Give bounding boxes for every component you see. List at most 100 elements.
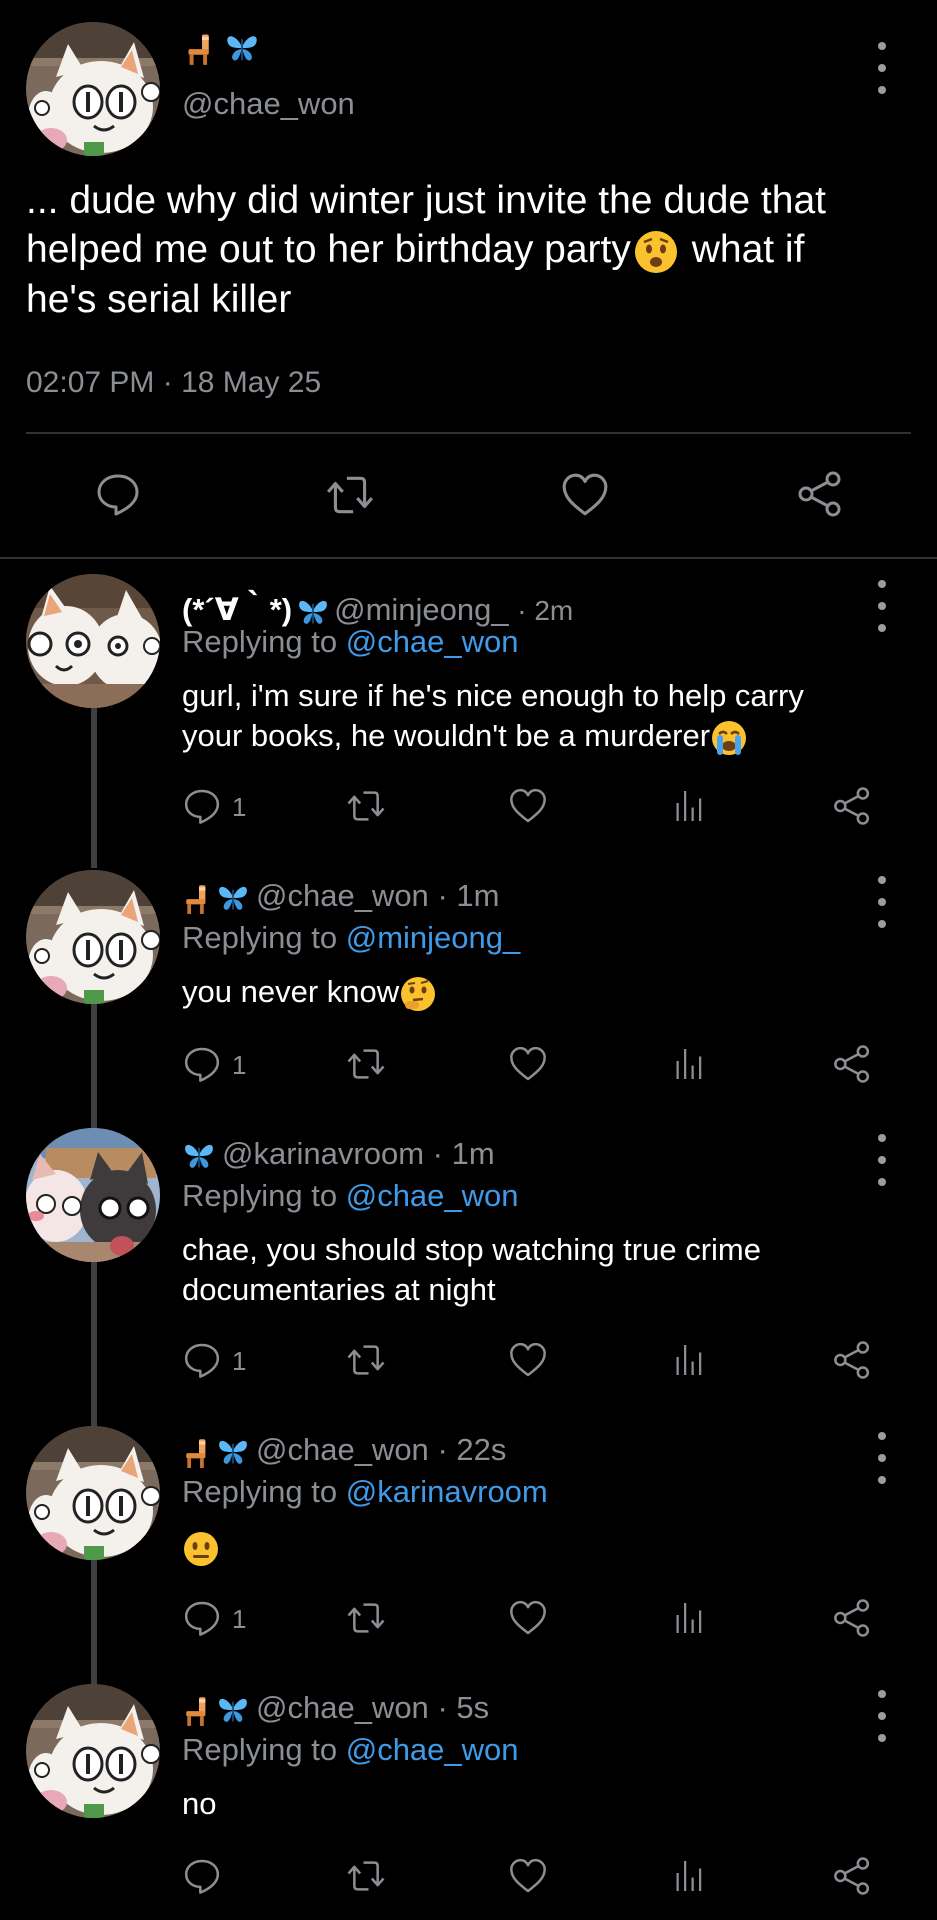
mention-link[interactable]: @minjeong_ — [346, 920, 521, 955]
thread-line — [91, 1004, 97, 1128]
reply-icon[interactable] — [182, 1340, 222, 1380]
share-icon[interactable] — [832, 1598, 872, 1638]
tweet-text-line: helped me out to her birthday party what… — [26, 225, 906, 275]
more-options-icon[interactable] — [872, 876, 892, 928]
more-options-icon[interactable] — [872, 580, 892, 632]
share-icon[interactable] — [832, 1044, 872, 1084]
views-icon[interactable] — [672, 1044, 708, 1084]
time-ago: · 2m — [517, 595, 574, 626]
avatar[interactable] — [26, 1426, 160, 1560]
share-icon[interactable] — [796, 470, 844, 518]
avatar[interactable] — [26, 1684, 160, 1818]
replying-to: Replying to @chae_won — [182, 1178, 519, 1213]
like-icon[interactable] — [508, 1044, 548, 1084]
reply-text: chae, you should stop watching true crim… — [182, 1232, 761, 1307]
reply-count: 1 — [232, 1346, 247, 1376]
views-icon[interactable] — [672, 1340, 708, 1380]
divider — [0, 557, 937, 559]
like-icon[interactable] — [508, 786, 548, 826]
avatar[interactable] — [26, 870, 160, 1004]
reply-header: @karinavroom · 1m — [182, 1136, 495, 1173]
like-icon[interactable] — [560, 470, 610, 520]
more-options-icon[interactable] — [872, 1690, 892, 1742]
reply-icon[interactable] — [182, 1856, 222, 1896]
time-ago: · 22s — [437, 1432, 507, 1467]
username[interactable]: @minjeong_ — [334, 592, 509, 627]
like-icon[interactable] — [508, 1856, 548, 1896]
retweet-icon[interactable] — [344, 1856, 388, 1896]
retweet-icon[interactable] — [344, 1598, 388, 1638]
like-icon[interactable] — [508, 1598, 548, 1638]
reply-icon[interactable] — [94, 470, 142, 518]
replying-to: Replying to @chae_won — [182, 1732, 519, 1767]
username[interactable]: @chae_won — [256, 1690, 429, 1725]
thread-line — [91, 708, 97, 868]
share-icon[interactable] — [832, 786, 872, 826]
reply-text: no — [182, 1786, 217, 1821]
avatar[interactable] — [26, 1128, 160, 1262]
butterfly-icon — [224, 30, 260, 66]
mention-link[interactable]: @chae_won — [346, 1732, 519, 1767]
share-icon[interactable] — [832, 1340, 872, 1380]
replying-to: Replying to @karinavroom — [182, 1474, 548, 1509]
username[interactable]: @karinavroom — [222, 1136, 424, 1171]
time-ago: · 1m — [437, 878, 500, 913]
reply-icon[interactable] — [182, 786, 222, 826]
mention-link[interactable]: @chae_won — [346, 624, 519, 659]
butterfly-icon — [216, 881, 250, 915]
reply-header: @chae_won · 5s — [182, 1690, 489, 1727]
replying-to: Replying to @chae_won — [182, 624, 519, 659]
like-icon[interactable] — [508, 1340, 548, 1380]
retweet-icon[interactable] — [344, 1340, 388, 1380]
retweet-icon[interactable] — [322, 470, 378, 520]
retweet-icon[interactable] — [344, 1044, 388, 1084]
thread-line — [91, 1262, 97, 1430]
reply-header: @chae_won · 1m — [182, 878, 499, 915]
username[interactable]: @chae_won — [182, 86, 355, 122]
time-ago: · 5s — [437, 1690, 490, 1725]
replying-to: Replying to @minjeong_ — [182, 920, 521, 955]
chair-icon — [182, 1435, 216, 1469]
reply-count: 1 — [232, 792, 247, 822]
more-options-icon[interactable] — [872, 1432, 892, 1484]
reply-icon[interactable] — [182, 1598, 222, 1638]
chair-icon — [182, 881, 216, 915]
more-options-icon[interactable] — [872, 42, 892, 94]
views-icon[interactable] — [672, 1598, 708, 1638]
timestamp: 02:07 PM · 18 May 25 — [26, 366, 322, 399]
reply-count: 1 — [232, 1050, 247, 1080]
reply-icon[interactable] — [182, 1044, 222, 1084]
divider — [26, 432, 911, 434]
username[interactable]: @chae_won — [256, 1432, 429, 1467]
views-icon[interactable] — [672, 1856, 708, 1896]
avatar[interactable] — [26, 574, 160, 708]
mention-link[interactable]: @chae_won — [346, 1178, 519, 1213]
neutral-face-emoji — [184, 1532, 218, 1566]
butterfly-icon — [216, 1435, 250, 1469]
reply-text: gurl, i'm sure if he's nice enough to he… — [182, 676, 804, 757]
username[interactable]: @chae_won — [256, 878, 429, 913]
thinking-face-emoji — [401, 976, 436, 1011]
tweet-text-line: he's serial killer — [26, 277, 292, 321]
views-icon[interactable] — [672, 786, 708, 826]
avatar[interactable] — [26, 22, 160, 156]
display-name-icons — [184, 30, 260, 71]
reply-count: 1 — [232, 1604, 247, 1634]
tweet-text-line: ... dude why did winter just invite the … — [26, 179, 826, 222]
retweet-icon[interactable] — [344, 786, 388, 826]
worried-face-emoji — [634, 230, 677, 273]
mention-link[interactable]: @karinavroom — [346, 1474, 548, 1509]
reply-text: you never know — [182, 972, 437, 1013]
tweet-text: ... dude why did winter just invite the … — [26, 176, 906, 324]
butterfly-icon — [216, 1693, 250, 1727]
butterfly-icon — [182, 1139, 216, 1173]
chair-icon — [182, 1693, 216, 1727]
thread-line — [91, 1560, 97, 1684]
reply-header: @chae_won · 22s — [182, 1432, 506, 1469]
loudly-crying-face-emoji — [712, 720, 747, 755]
chair-icon — [184, 30, 220, 66]
share-icon[interactable] — [832, 1856, 872, 1896]
more-options-icon[interactable] — [872, 1134, 892, 1186]
display-name: (*´∀｀*) — [182, 592, 293, 627]
time-ago: · 1m — [432, 1136, 495, 1171]
